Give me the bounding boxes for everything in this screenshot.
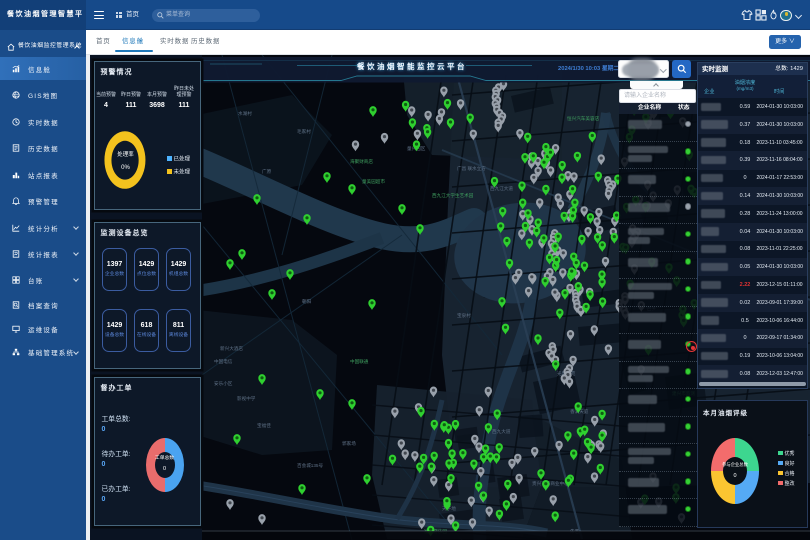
svg-text:中国联通: 中国联通	[350, 358, 369, 365]
svg-text:广原: 广原	[262, 168, 272, 175]
svg-text:宝泉村: 宝泉村	[457, 312, 471, 318]
svg-text:贵兴市场商业中心: 贵兴市场商业中心	[532, 480, 569, 487]
svg-text:西九江大学生艺术园: 西九江大学生艺术园	[432, 192, 474, 199]
svg-text:广昌 联水立方: 广昌 联水立方	[457, 165, 486, 172]
svg-text:朝阳: 朝阳	[302, 298, 312, 305]
svg-text:恒兴汽车美容店: 恒兴汽车美容店	[567, 115, 600, 122]
svg-text:新兴大酒店: 新兴大酒店	[220, 345, 243, 352]
svg-text:安乐小区: 安乐小区	[214, 380, 233, 387]
svg-text:海聚财商店: 海聚财商店	[350, 158, 373, 165]
svg-text:西九大道: 西九大道	[492, 428, 511, 435]
svg-text:百会城135号: 百会城135号	[297, 462, 323, 469]
svg-text:毛家村: 毛家村	[297, 128, 311, 134]
svg-text:水湖村: 水湖村	[238, 110, 252, 117]
svg-text:宝福佳: 宝福佳	[257, 422, 271, 429]
svg-text:影视中学: 影视中学	[237, 395, 256, 402]
svg-text:郭家场: 郭家场	[342, 440, 356, 447]
svg-text:中国电信: 中国电信	[214, 358, 233, 365]
svg-text:童美园超市: 童美园超市	[362, 178, 385, 185]
